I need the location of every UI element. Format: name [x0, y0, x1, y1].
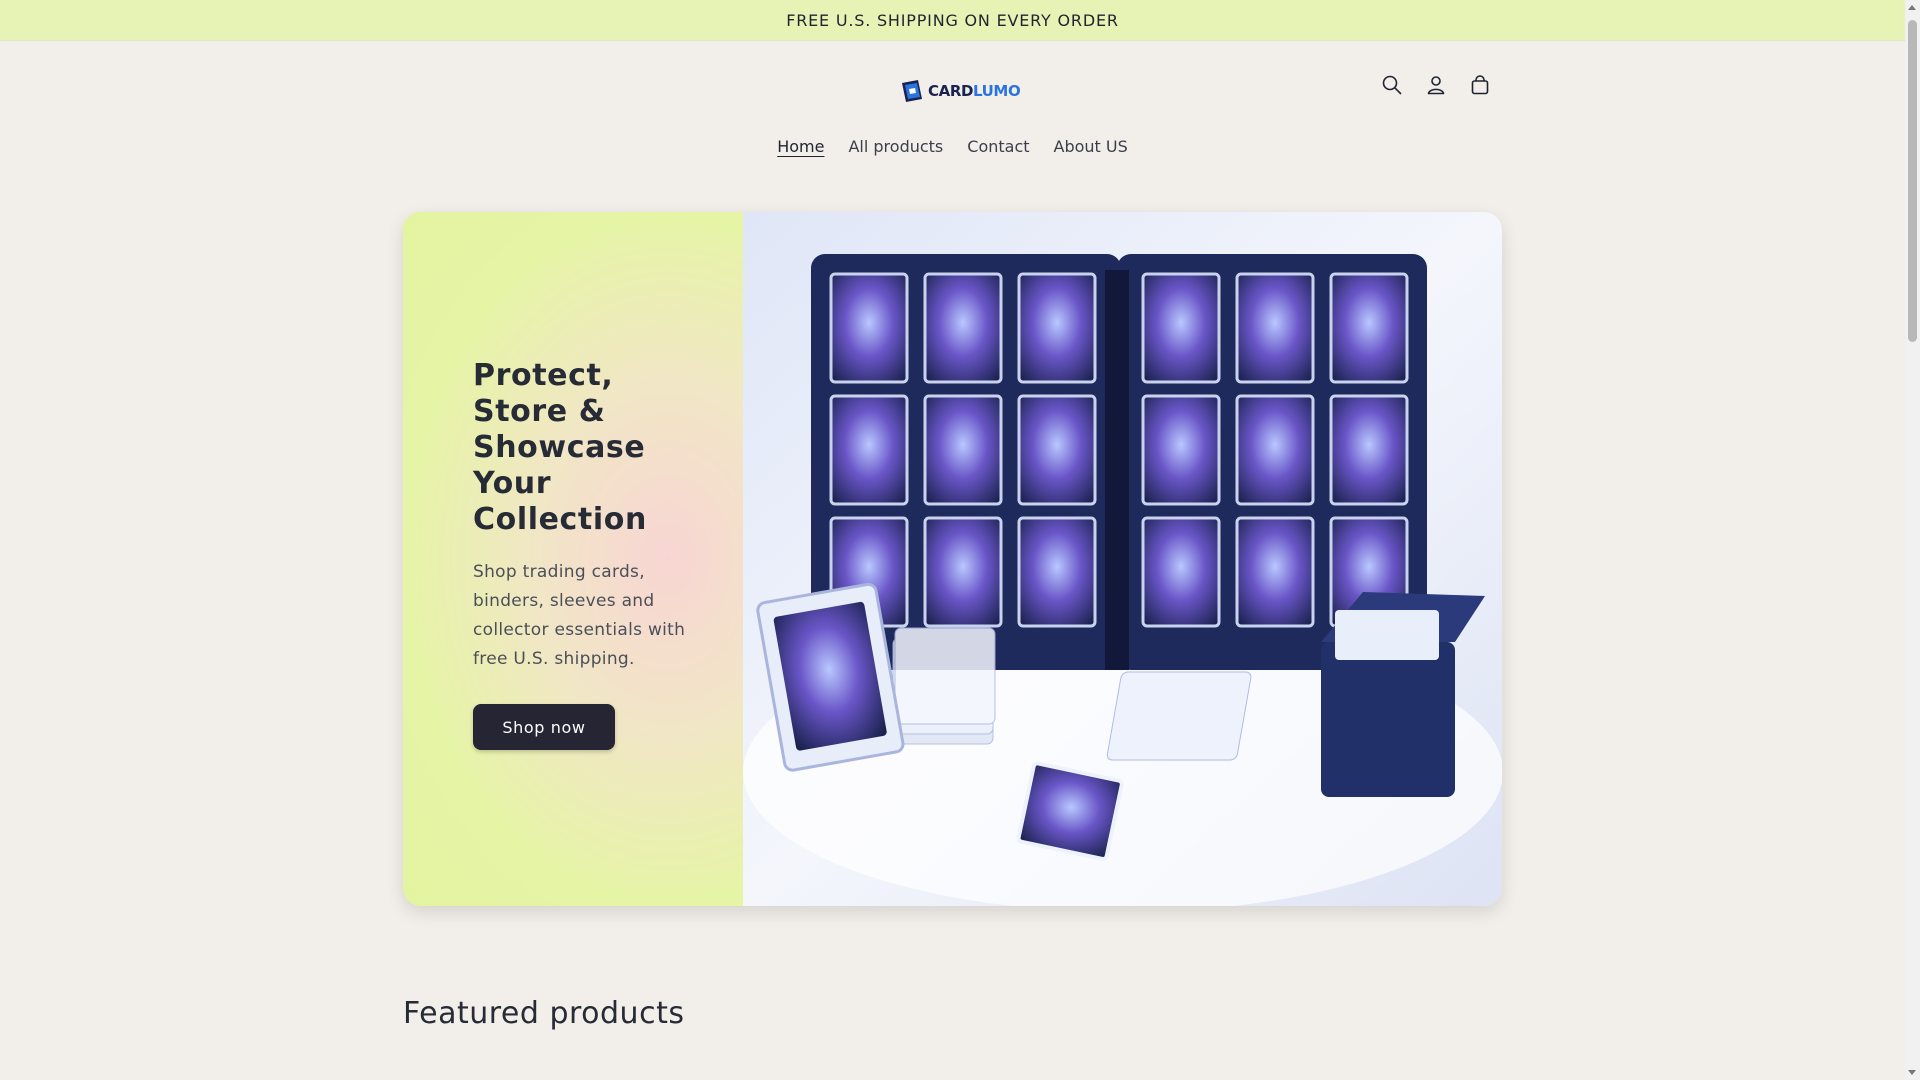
page: FREE U.S. SHIPPING ON EVERY ORDER CARDLU… [0, 0, 1905, 1080]
main-nav: Home All products Contact About US [0, 137, 1905, 156]
hero-text-panel: Protect, Store & Showcase Your Collectio… [403, 212, 743, 906]
hero-subtitle: Shop trading cards, binders, sleeves and… [473, 562, 686, 669]
page-scrollbar[interactable] [1905, 0, 1920, 1080]
search-icon[interactable] [1380, 73, 1404, 97]
logo-text: CARDLUMO [928, 82, 1021, 100]
nav-all-products[interactable]: All products [836, 137, 955, 156]
binder-cards-left [829, 272, 1097, 628]
scrollbar-thumb[interactable] [1908, 20, 1917, 342]
announcement-text: FREE U.S. SHIPPING ON EVERY ORDER [786, 10, 1119, 30]
logo-text-lumo: LUMO [973, 82, 1021, 100]
site-logo[interactable]: CARDLUMO [898, 77, 1021, 105]
cart-icon[interactable] [1468, 73, 1492, 97]
hero-title: Protect, Store & Showcase Your Collectio… [473, 358, 647, 537]
scroll-up-arrow-icon[interactable] [1908, 5, 1916, 10]
binder-cards-right [1141, 272, 1409, 628]
announcement-bar: FREE U.S. SHIPPING ON EVERY ORDER [0, 0, 1905, 41]
nav-about-us[interactable]: About US [1042, 137, 1140, 156]
hero-product-image [743, 212, 1502, 906]
account-icon[interactable] [1424, 73, 1448, 97]
hero-text-block: Protect, Store & Showcase Your Collectio… [473, 358, 713, 674]
logo-text-card: CARD [928, 82, 974, 100]
shop-now-button[interactable]: Shop now [473, 704, 615, 750]
header-icons [1380, 73, 1492, 97]
logo-mark-icon [902, 80, 922, 102]
nav-contact[interactable]: Contact [955, 137, 1041, 156]
site-header: CARDLUMO Home All products Contact About… [0, 41, 1905, 183]
nav-home[interactable]: Home [765, 137, 836, 156]
hero-banner: Protect, Store & Showcase Your Collectio… [403, 212, 1502, 906]
scroll-down-arrow-icon[interactable] [1908, 1070, 1916, 1075]
featured-products-heading: Featured products [403, 996, 685, 1031]
